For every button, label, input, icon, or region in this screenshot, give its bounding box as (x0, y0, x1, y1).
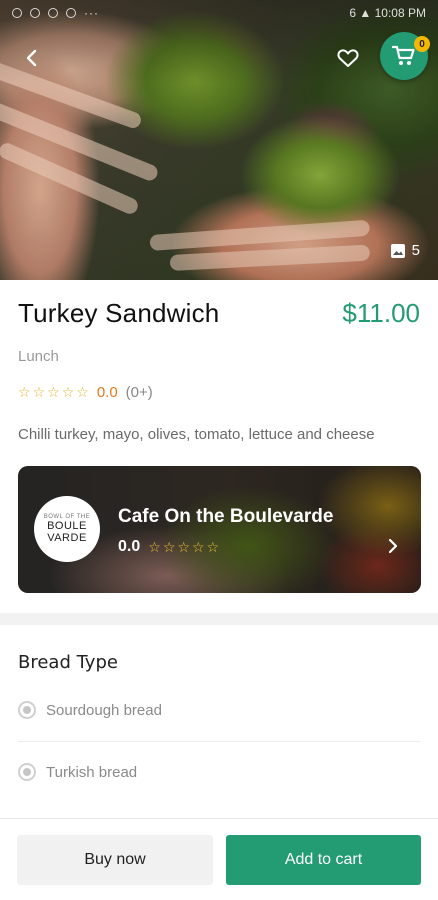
restaurant-logo: BOWL OF THE BOULE VARDE (34, 496, 100, 562)
restaurant-name: Cafe On the Boulevarde (118, 506, 334, 527)
sync-icon (30, 8, 40, 18)
star-outline-icon: ☆ (18, 384, 31, 400)
back-button[interactable] (14, 40, 50, 76)
option-divider (18, 741, 420, 742)
rating-value: 0.0 (96, 384, 118, 401)
star-outline-icon: ☆ (206, 538, 220, 555)
option-group-title: Bread Type (18, 652, 118, 673)
star-outline-icon: ☆ (47, 384, 60, 400)
star-outline-icon: ☆ (32, 384, 46, 400)
add-to-cart-button[interactable]: Add to cart (226, 835, 421, 885)
cart-button[interactable]: 0 (380, 32, 430, 80)
record-icon (48, 8, 58, 18)
photo-gallery-button[interactable]: 5 (390, 242, 420, 259)
star-outline-icon: ☆ (162, 538, 176, 555)
product-rating: ☆ ☆ ☆ ☆ ☆ 0.0 (0+) (18, 384, 153, 401)
cart-count-badge: 0 (414, 36, 430, 52)
option-sourdough-bread[interactable]: Sourdough bread (18, 690, 420, 730)
favorite-button[interactable] (330, 40, 366, 76)
product-title: Turkey Sandwich (18, 298, 220, 328)
section-divider (0, 613, 438, 625)
buy-now-button[interactable]: Buy now (17, 835, 213, 885)
restaurant-star-rating: ☆ ☆ ☆ ☆ ☆ (148, 539, 219, 556)
option-turkish-bread[interactable]: Turkish bread (18, 752, 420, 792)
restaurant-card[interactable]: BOWL OF THE BOULE VARDE Cafe On the Boul… (18, 466, 421, 593)
restaurant-rating-value: 0.0 (118, 538, 141, 555)
product-category: Lunch (18, 348, 59, 365)
star-outline-icon: ☆ (61, 384, 75, 400)
star-outline-icon: ☆ (191, 538, 205, 555)
option-label: Sourdough bread (46, 701, 162, 719)
product-price: $11.00 (342, 298, 420, 328)
shopping-cart-icon (392, 45, 415, 65)
option-label: Turkish bread (46, 763, 138, 781)
radio-button[interactable] (18, 763, 36, 781)
image-icon (390, 243, 405, 258)
photo-count-label: 5 (411, 242, 420, 259)
star-outline-icon: ☆ (76, 384, 89, 400)
more-notifications-icon: ··· (84, 6, 99, 20)
bottom-action-bar: Buy now Add to cart (0, 818, 438, 900)
download-icon (12, 8, 22, 18)
status-time: 6 ▲ 10:08 PM (349, 6, 426, 20)
rating-count: (0+) (125, 384, 153, 401)
star-rating: ☆ ☆ ☆ ☆ ☆ (18, 384, 89, 401)
star-outline-icon: ☆ (177, 538, 190, 555)
restaurant-rating: 0.0 ☆ ☆ ☆ ☆ ☆ (118, 538, 219, 556)
chevron-right-icon (388, 538, 398, 554)
product-hero-image[interactable]: ··· 6 ▲ 10:08 PM 0 5 (0, 0, 438, 280)
logo-line2: VARDE (47, 532, 87, 544)
logo-line1: BOULE (47, 520, 87, 532)
heart-outline-icon (337, 49, 359, 67)
radio-button[interactable] (18, 701, 36, 719)
arrow-back-icon (26, 49, 37, 67)
star-outline-icon: ☆ (148, 538, 161, 555)
notification-icon (66, 8, 76, 18)
status-bar: ··· 6 ▲ 10:08 PM (0, 0, 438, 26)
product-description: Chilli turkey, mayo, olives, tomato, let… (18, 426, 375, 443)
